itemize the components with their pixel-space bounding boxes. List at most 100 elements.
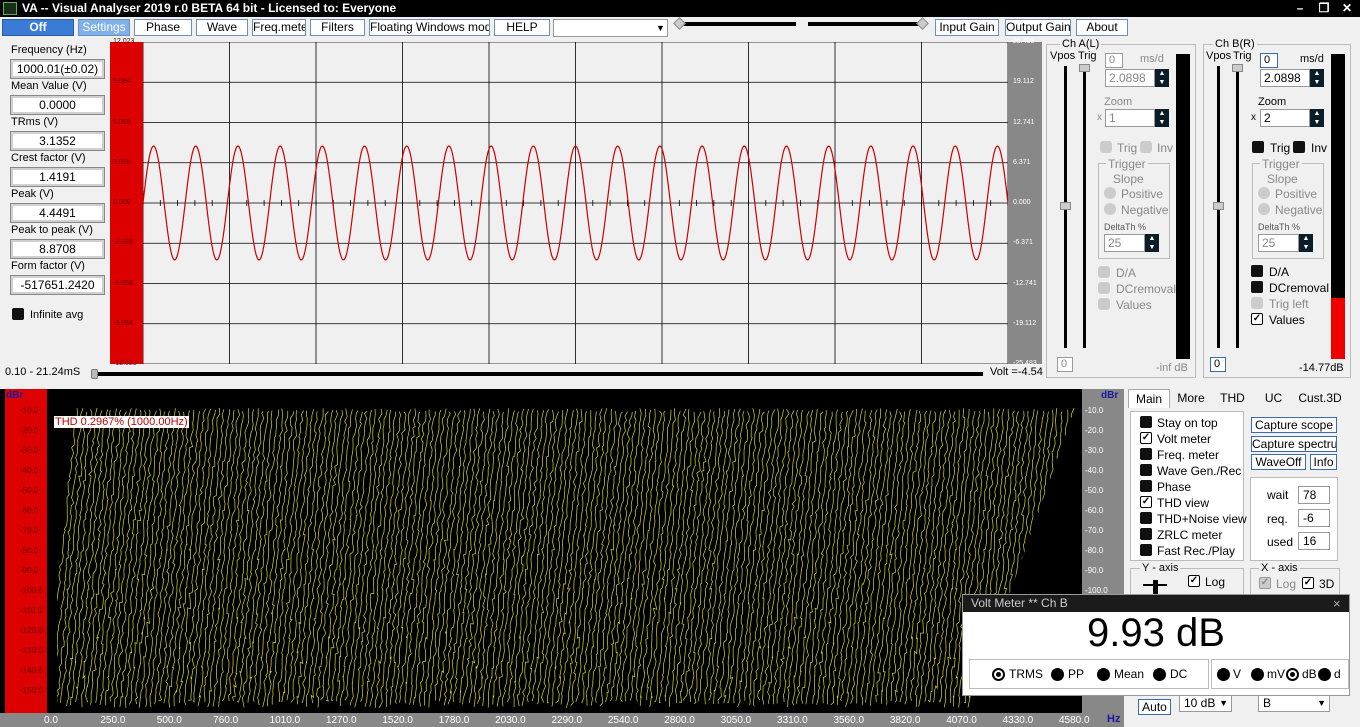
mode-radio[interactable]	[992, 668, 1005, 681]
time-scroll-track[interactable]	[93, 372, 983, 376]
trig-slider-thumb[interactable]	[1232, 64, 1243, 72]
tab-thd[interactable]: THD	[1212, 389, 1253, 408]
freqmeter-button[interactable]: Freq.meter	[252, 19, 306, 36]
input-gain-slider[interactable]	[678, 22, 796, 26]
auto-button[interactable]: Auto	[1138, 699, 1171, 715]
unit-radio[interactable]	[1318, 668, 1331, 681]
mode-radio[interactable]	[1097, 668, 1110, 681]
trig-left-checkbox[interactable]	[1251, 297, 1263, 309]
negative-radio[interactable]	[1258, 203, 1270, 215]
trig-checkbox[interactable]	[1100, 141, 1112, 153]
da-checkbox[interactable]	[1098, 266, 1110, 278]
wave-button[interactable]: Wave	[196, 19, 248, 36]
delta-up-icon[interactable]: ▲	[1145, 234, 1159, 243]
zoom-up-icon[interactable]: ▲	[1155, 109, 1169, 118]
threed-checkbox[interactable]: ✓	[1302, 577, 1314, 589]
zoom-down-icon[interactable]: ▼	[1155, 118, 1169, 127]
volt-meter-window[interactable]: Volt Meter ** Ch B × 9.93 dB TRMS PP Mean D…	[962, 594, 1350, 696]
output-gain-slider[interactable]	[808, 22, 926, 26]
output-gain-button[interactable]: Output Gain	[1005, 19, 1071, 36]
negative-radio[interactable]	[1104, 203, 1116, 215]
positive-radio[interactable]	[1258, 187, 1270, 199]
filters-button[interactable]: Filters	[310, 19, 365, 36]
capture-spectrum-button[interactable]: Capture spectrum	[1251, 436, 1337, 452]
waveoff-button[interactable]: WaveOff	[1251, 454, 1306, 470]
maximize-button[interactable]: ❐	[1316, 0, 1332, 17]
wait-field[interactable]: 78	[1298, 486, 1330, 504]
settings-button[interactable]: Settings	[78, 19, 130, 36]
unit-radio[interactable]	[1217, 668, 1230, 681]
unit-radio[interactable]	[1286, 668, 1299, 681]
tab-more[interactable]: More	[1170, 389, 1212, 408]
time-scroll-thumb[interactable]	[91, 369, 98, 379]
unit-radio[interactable]	[1251, 668, 1264, 681]
values-checkbox[interactable]	[1098, 298, 1110, 310]
trig-slider-thumb[interactable]	[1079, 64, 1090, 72]
trig-offset-field[interactable]: 0	[1260, 53, 1278, 68]
option-checkbox[interactable]	[1140, 464, 1152, 476]
option-checkbox[interactable]	[1140, 448, 1152, 460]
msd-field[interactable]: 2.0898	[1105, 69, 1155, 87]
vpos-slider-thumb[interactable]	[1060, 202, 1071, 210]
capture-scope-button[interactable]: Capture scope	[1251, 417, 1337, 433]
option-checkbox[interactable]: ✓	[1140, 496, 1152, 508]
req-field[interactable]: -6	[1298, 509, 1330, 527]
mode-radio[interactable]	[1051, 668, 1064, 681]
mode-radio[interactable]	[1153, 668, 1166, 681]
y-scale-select[interactable]: 10 dB ▼	[1179, 694, 1232, 712]
msd-down-icon[interactable]: ▼	[1310, 78, 1324, 87]
trig-offset-field[interactable]: 0	[1105, 53, 1123, 68]
y-axis-slider-thumb[interactable]	[1153, 580, 1158, 594]
phase-button[interactable]: Phase	[134, 19, 192, 36]
spectrum-waterfall[interactable]	[47, 389, 1082, 714]
dcremoval-checkbox[interactable]	[1098, 282, 1110, 294]
tab-uc[interactable]: UC	[1253, 389, 1294, 408]
about-button[interactable]: About	[1076, 19, 1128, 36]
channel-b-offset-field[interactable]: 0	[1210, 357, 1226, 372]
trig-slider[interactable]	[1083, 66, 1086, 348]
delta-field[interactable]: 25	[1104, 234, 1145, 252]
values-checkbox[interactable]: ✓	[1251, 313, 1263, 325]
tab-main[interactable]: Main	[1128, 389, 1170, 408]
zoom-down-icon[interactable]: ▼	[1310, 118, 1324, 127]
spectrum-display[interactable]: dBr dBr Hz THD 0.2967% (1000.00Hz) -10.0…	[0, 389, 1124, 727]
msd-up-icon[interactable]: ▲	[1155, 69, 1169, 78]
delta-up-icon[interactable]: ▲	[1299, 234, 1313, 243]
dcremoval-checkbox[interactable]	[1251, 281, 1263, 293]
delta-down-icon[interactable]: ▼	[1299, 243, 1313, 252]
minimize-button[interactable]: –	[1292, 0, 1308, 17]
inv-checkbox[interactable]	[1140, 141, 1152, 153]
help-button[interactable]: HELP	[494, 19, 550, 36]
input-gain-button[interactable]: Input Gain	[935, 19, 999, 36]
info-button[interactable]: Info	[1310, 454, 1337, 470]
zoom-field[interactable]: 2	[1260, 109, 1310, 127]
y-log-checkbox[interactable]: ✓	[1188, 575, 1200, 587]
tab-cust3d[interactable]: Cust.3D	[1294, 389, 1346, 408]
zoom-up-icon[interactable]: ▲	[1310, 109, 1324, 118]
off-button[interactable]: Off	[2, 19, 74, 36]
close-button[interactable]: ✕	[1339, 0, 1355, 17]
positive-radio[interactable]	[1104, 187, 1116, 199]
option-checkbox[interactable]	[1140, 512, 1152, 524]
used-field[interactable]: 16	[1298, 532, 1330, 550]
msd-down-icon[interactable]: ▼	[1155, 78, 1169, 87]
oscilloscope-display[interactable]	[143, 42, 1008, 364]
option-checkbox[interactable]	[1140, 480, 1152, 492]
x-log-checkbox[interactable]: ✓	[1259, 577, 1271, 589]
da-checkbox[interactable]	[1251, 265, 1263, 277]
delta-down-icon[interactable]: ▼	[1145, 243, 1159, 252]
infinite-avg-checkbox[interactable]	[12, 308, 24, 320]
vpos-slider-thumb[interactable]	[1213, 202, 1224, 210]
msd-field[interactable]: 2.0898	[1260, 69, 1310, 87]
option-checkbox[interactable]: ✓	[1140, 432, 1152, 444]
volt-meter-close-icon[interactable]: ×	[1333, 595, 1341, 612]
option-checkbox[interactable]	[1140, 528, 1152, 540]
delta-field[interactable]: 25	[1258, 234, 1299, 252]
floating-windows-button[interactable]: Floating Windows mode	[369, 19, 490, 36]
inv-checkbox[interactable]	[1293, 141, 1305, 153]
channel-a-offset-field[interactable]: 0	[1057, 357, 1073, 372]
x-window-select[interactable]: B ▼	[1258, 694, 1330, 712]
device-select[interactable]: ▼	[553, 19, 668, 37]
trig-slider[interactable]	[1236, 66, 1239, 348]
option-checkbox[interactable]	[1140, 416, 1152, 428]
